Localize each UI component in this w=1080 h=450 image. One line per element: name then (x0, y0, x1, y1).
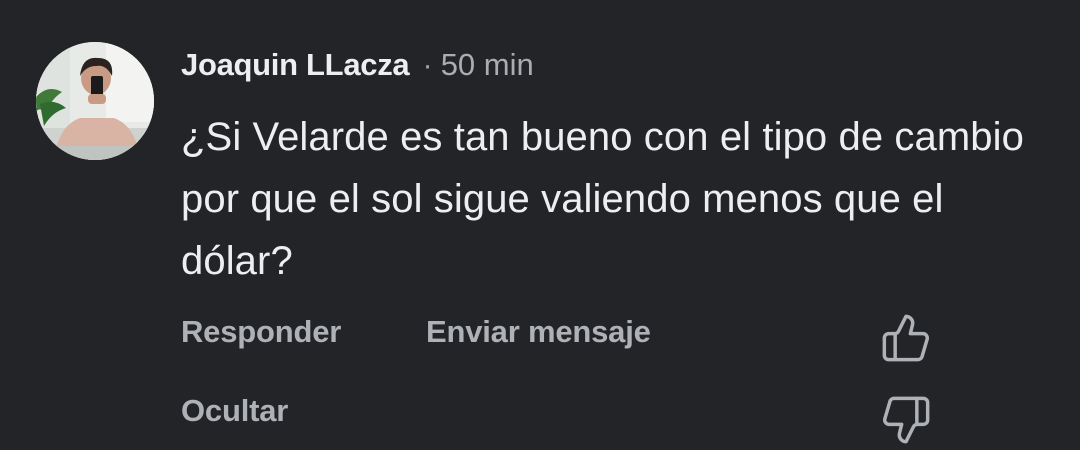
hide-button[interactable]: Ocultar (181, 393, 288, 429)
send-message-button[interactable]: Enviar mensaje (426, 314, 651, 350)
avatar[interactable] (36, 42, 154, 160)
separator-dot: · (422, 47, 433, 82)
thumbs-down-icon (882, 396, 930, 444)
author-name[interactable]: Joaquin LLacza (181, 47, 410, 83)
reply-button[interactable]: Responder (181, 314, 341, 350)
comment-timestamp: 50 min (440, 47, 534, 82)
thumbs-up-icon (882, 314, 930, 362)
dislike-button[interactable] (880, 394, 932, 446)
like-button[interactable] (880, 312, 932, 364)
comment-card: Joaquin LLacza · 50 min ¿Si Velarde es t… (0, 0, 1080, 450)
comment-header: Joaquin LLacza · 50 min (181, 44, 534, 86)
comment-text: ¿Si Velarde es tan bueno con el tipo de … (181, 115, 1024, 283)
avatar-photo (36, 42, 154, 160)
